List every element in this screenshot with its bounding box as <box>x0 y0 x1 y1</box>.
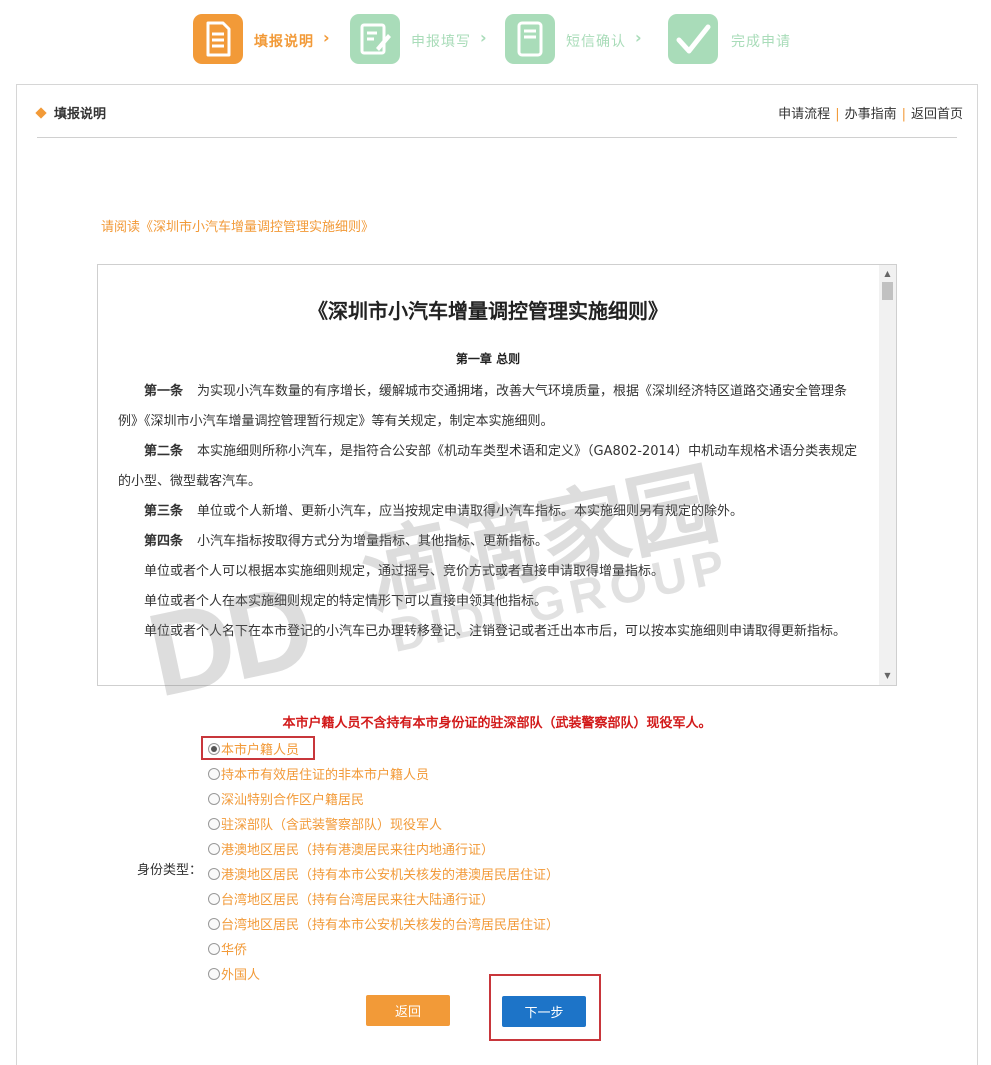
radio-icon[interactable] <box>208 843 220 855</box>
scroll-thumb[interactable] <box>882 282 893 300</box>
paragraph-text: 小汽车指标按取得方式分为增量指标、其他指标、更新指标。 <box>197 534 549 549</box>
identity-option[interactable]: 港澳地区居民（持有本市公安机关核发的港澳居民居住证） <box>208 864 559 884</box>
selection-highlight <box>201 736 315 760</box>
identity-option-label: 持本市有效居住证的非本市户籍人员 <box>221 768 430 783</box>
back-button[interactable]: 返回 <box>366 995 450 1026</box>
step-label: 填报说明 <box>254 34 314 50</box>
document-paragraph: 第四条 小汽车指标按取得方式分为增量指标、其他指标、更新指标。 <box>118 527 862 557</box>
header-links: 申请流程 | 办事指南 | 返回首页 <box>778 107 963 122</box>
document-paragraph: 单位或者个人在本实施细则规定的特定情形下可以直接申领其他指标。 <box>118 587 862 617</box>
paragraph-text: 为实现小汽车数量的有序增长，缓解城市交通拥堵，改善大气环境质量，根据《深圳经济特… <box>118 384 848 429</box>
identity-type-label: 身份类型： <box>137 863 203 878</box>
radio-icon[interactable] <box>208 918 220 930</box>
panel-header: 填报说明 申请流程 | 办事指南 | 返回首页 <box>35 103 963 123</box>
checkmark-icon <box>668 14 718 64</box>
identity-option-label: 台湾地区居民（持有台湾居民来往大陆通行证） <box>221 893 495 908</box>
document-paragraph: 第三条 单位或个人新增、更新小汽车，应当按规定申请取得小汽车指标。本实施细则另有规… <box>118 497 862 527</box>
chevron-right-icon: › <box>635 28 642 47</box>
article-number: 第二条 <box>144 444 184 459</box>
chevron-right-icon: › <box>323 28 330 47</box>
main-panel: 填报说明 申请流程 | 办事指南 | 返回首页 请阅读《深圳市小汽车增量调控管理实施细则… <box>16 84 978 1065</box>
radio-icon[interactable] <box>208 943 220 955</box>
article-number: 第三条 <box>144 504 184 519</box>
radio-icon[interactable] <box>208 818 220 830</box>
document-paragraph: 单位或者个人名下在本市登记的小汽车已办理转移登记、注销登记或者迁出本市后，可以按… <box>118 617 862 647</box>
chevron-right-icon: › <box>480 28 487 47</box>
identity-option[interactable]: 台湾地区居民（持有本市公安机关核发的台湾居民居住证） <box>208 914 559 934</box>
regulation-document[interactable]: 《深圳市小汽车增量调控管理实施细则》 第一章 总则 第一条 为实现小汽车数量的有序… <box>97 264 897 686</box>
document-paragraph: 单位或者个人可以根据本实施细则规定，通过摇号、竞价方式或者直接申请取得增量指标。 <box>118 557 862 587</box>
paragraph-text: 单位或者个人在本实施细则规定的特定情形下可以直接申领其他指标。 <box>144 594 548 609</box>
identity-option[interactable]: 持本市有效居住证的非本市户籍人员 <box>208 764 429 784</box>
form-icon <box>193 14 243 64</box>
identity-option[interactable]: 港澳地区居民（持有港澳居民来往内地通行证） <box>208 839 494 859</box>
document-paragraph: 第一条 为实现小汽车数量的有序增长，缓解城市交通拥堵，改善大气环境质量，根据《深圳… <box>118 377 862 437</box>
link-service-guide[interactable]: 办事指南 <box>845 107 897 122</box>
paragraph-text: 单位或者个人名下在本市登记的小汽车已办理转移登记、注销登记或者迁出本市后，可以按… <box>144 624 847 639</box>
identity-option[interactable]: 外国人 <box>208 964 260 984</box>
identity-option-label: 驻深部队（含武装警察部队）现役军人 <box>221 818 443 833</box>
next-highlight <box>489 974 601 1041</box>
read-instruction: 请阅读《深圳市小汽车增量调控管理实施细则》 <box>101 220 375 235</box>
step-label: 申报填写 <box>411 34 471 50</box>
article-number: 第四条 <box>144 534 184 549</box>
eligibility-notice: 本市户籍人员不含持有本市身份证的驻深部队（武装警察部队）现役军人。 <box>282 716 712 731</box>
edit-icon <box>350 14 400 64</box>
phone-icon <box>505 14 555 64</box>
article-number: 第一条 <box>144 384 184 399</box>
radio-icon[interactable] <box>208 968 220 980</box>
radio-icon[interactable] <box>208 793 220 805</box>
radio-icon[interactable] <box>208 868 220 880</box>
link-home[interactable]: 返回首页 <box>911 107 963 122</box>
document-scrollbar[interactable]: ▲ ▼ <box>879 265 896 685</box>
identity-option[interactable]: 深汕特别合作区户籍居民 <box>208 789 364 809</box>
divider <box>37 137 957 138</box>
step-label: 完成申请 <box>731 34 791 50</box>
identity-option[interactable]: 台湾地区居民（持有台湾居民来往大陆通行证） <box>208 889 494 909</box>
chapter-heading: 第一章 总则 <box>455 352 521 366</box>
paragraph-text: 单位或者个人可以根据本实施细则规定，通过摇号、竞价方式或者直接申请取得增量指标。 <box>144 564 665 579</box>
link-application-process[interactable]: 申请流程 <box>778 107 830 122</box>
paragraph-text: 单位或个人新增、更新小汽车，应当按规定申请取得小汽车指标。本实施细则另有规定的除… <box>197 504 744 519</box>
identity-option[interactable]: 华侨 <box>208 939 247 959</box>
document-paragraph: 第二条 本实施细则所称小汽车，是指符合公安部《机动车类型术语和定义》（GA802-… <box>118 437 862 497</box>
document-body: 第一条 为实现小汽车数量的有序增长，缓解城市交通拥堵，改善大气环境质量，根据《深圳… <box>118 377 862 647</box>
identity-option-label: 华侨 <box>221 943 248 958</box>
scroll-up-icon[interactable]: ▲ <box>879 267 896 281</box>
paragraph-text: 本实施细则所称小汽车，是指符合公安部《机动车类型术语和定义》（GA802-201… <box>118 444 858 489</box>
document-title: 《深圳市小汽车增量调控管理实施细则》 <box>308 299 668 323</box>
identity-option-label: 港澳地区居民（持有本市公安机关核发的港澳居民居住证） <box>221 868 560 883</box>
step-label: 短信确认 <box>566 34 626 50</box>
identity-option-label: 外国人 <box>221 968 261 983</box>
radio-icon[interactable] <box>208 768 220 780</box>
diamond-bullet-icon <box>35 107 47 119</box>
identity-option[interactable]: 驻深部队（含武装警察部队）现役军人 <box>208 814 442 834</box>
scroll-down-icon[interactable]: ▼ <box>879 669 896 683</box>
radio-icon[interactable] <box>208 893 220 905</box>
identity-option-label: 深汕特别合作区户籍居民 <box>221 793 365 808</box>
identity-option-label: 台湾地区居民（持有本市公安机关核发的台湾居民居住证） <box>221 918 560 933</box>
panel-title: 填报说明 <box>35 103 106 122</box>
identity-option-label: 港澳地区居民（持有港澳居民来往内地通行证） <box>221 843 495 858</box>
